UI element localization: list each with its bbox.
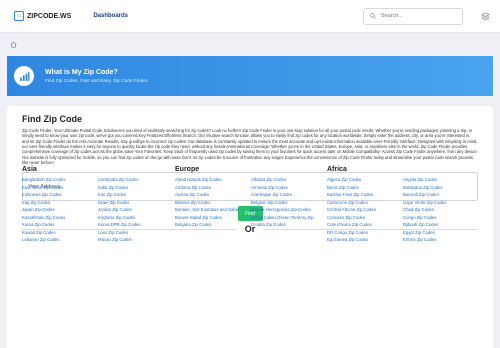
region-europe-col1: Aland Islands Zip Codes Andorra Zip Codes…	[175, 176, 239, 229]
zip-link[interactable]: Jordan Zip Codes	[98, 206, 162, 214]
nav-dashboards[interactable]: Dashboards	[93, 13, 128, 19]
home-icon[interactable]	[10, 41, 17, 48]
zip-link[interactable]: Israel Zip Codes	[98, 199, 162, 207]
zip-link[interactable]: Japan Zip Codes	[22, 206, 86, 214]
zip-link[interactable]: Eritrea Zip Codes	[403, 236, 467, 244]
zip-link[interactable]: Cape Verde Zip Codes	[403, 199, 467, 207]
zip-link[interactable]: Algeria Zip Codes	[327, 176, 391, 184]
zip-link[interactable]: Burkina Faso Zip Codes	[327, 191, 391, 199]
zip-link[interactable]: East Timor Zip Codes	[22, 184, 86, 192]
zip-link[interactable]: Kazakhstan Zip Codes	[22, 214, 86, 222]
zip-link[interactable]: Croatia Zip Codes	[251, 221, 315, 229]
zip-link[interactable]: Comoros Zip Codes	[327, 214, 391, 222]
zip-link[interactable]: Djibouti Zip Codes	[403, 221, 467, 229]
zip-link[interactable]: Eq.Guinea Zip Codes	[327, 236, 391, 244]
zip-link[interactable]: Botswana Zip Codes	[403, 184, 467, 192]
search-icon	[370, 13, 376, 19]
card-title: Find Zip Code	[22, 114, 82, 124]
zip-link[interactable]: Chad Zip Codes	[403, 206, 467, 214]
zip-link[interactable]: Austria Zip Codes	[175, 191, 239, 199]
zip-link[interactable]: Andorra Zip Codes	[175, 184, 239, 192]
hero-banner: What is My Zip Code? Find Zip Codes, Fas…	[7, 56, 493, 96]
zip-link[interactable]: Cameroon Zip Codes	[327, 199, 391, 207]
zip-link[interactable]: Bangladesh Zip Codes	[22, 176, 86, 184]
zip-link[interactable]: Kuwait Zip Codes	[22, 229, 86, 237]
zip-link[interactable]: Azerbaijan Zip Codes	[251, 191, 315, 199]
layers-button[interactable]	[480, 11, 490, 21]
zip-link[interactable]: Albania Zip Codes	[251, 176, 315, 184]
zip-link[interactable]: Bosnia-Herzegovina Zip Codes	[251, 206, 315, 214]
bar-chart-icon	[14, 66, 34, 86]
breadcrumb	[10, 41, 17, 50]
hero-text: What is My Zip Code? Find Zip Codes, Fas…	[45, 69, 149, 84]
layers-icon	[480, 11, 490, 21]
region-asia-col2: Cambodia Zip Codes India Zip Codes Iran Zi…	[98, 176, 162, 244]
zip-link[interactable]: Burundi Zip Codes	[403, 191, 467, 199]
zip-link[interactable]: Bouvet Island Zip Codes	[175, 214, 239, 222]
region-europe-col2: Albania Zip Codes Armenia Zip Codes Azerba…	[251, 176, 315, 229]
search-input[interactable]	[381, 13, 451, 19]
zip-link[interactable]: Indonesia Zip Codes	[22, 191, 86, 199]
zip-link[interactable]: Korea,DPR Zip Codes	[98, 221, 162, 229]
logo-icon: ⌂	[14, 11, 24, 21]
hero-subtitle: Find Zip Codes, Fast and Easy. Zip Code …	[45, 78, 149, 84]
zip-link[interactable]: DR Congo Zip Codes	[327, 229, 391, 237]
zip-link[interactable]: Bonaire, Sint Eustatius and Saba Zip Cod…	[175, 206, 239, 214]
logo-text: ZIPCODE.WS	[27, 12, 72, 20]
zip-link[interactable]: Bulgaria Zip Codes	[175, 221, 239, 229]
zip-link[interactable]: India Zip Codes	[98, 184, 162, 192]
zip-link[interactable]: Belgium Zip Codes	[251, 199, 315, 207]
zip-link[interactable]: Central African Zip Codes	[327, 206, 391, 214]
zip-link[interactable]: Cote d'Ivoire Zip Codes	[327, 221, 391, 229]
region-title-europe: Europe	[175, 166, 200, 173]
zip-link[interactable]: Armenia Zip Codes	[251, 184, 315, 192]
zip-link[interactable]: Egypt Zip Codes	[403, 229, 467, 237]
region-africa-col2: Angola Zip Codes Botswana Zip Codes Burund…	[403, 176, 467, 244]
zip-link[interactable]: Macau Zip Codes	[98, 236, 162, 244]
zip-link[interactable]: Angola Zip Codes	[403, 176, 467, 184]
region-title-africa: Africa	[327, 166, 347, 173]
region-lists: Asia Bangladesh Zip Codes East Timor Zip …	[15, 166, 475, 256]
zip-link[interactable]: Congo Zip Codes	[403, 214, 467, 222]
region-africa-col1: Algeria Zip Codes Benin Zip Codes Burkina …	[327, 176, 391, 244]
region-title-asia: Asia	[22, 166, 37, 173]
zip-link[interactable]: Benin Zip Codes	[327, 184, 391, 192]
zip-link[interactable]: Belarus Zip Codes	[175, 199, 239, 207]
zip-link[interactable]: Cambodia Zip Codes	[98, 176, 162, 184]
logo[interactable]: ⌂ ZIPCODE.WS	[14, 11, 71, 21]
zip-link[interactable]: Lebanon Zip Codes	[22, 236, 86, 244]
zip-link[interactable]: British Indian Ocean Territory Zip Codes	[251, 214, 315, 222]
region-asia-col1: Bangladesh Zip Codes East Timor Zip Codes…	[22, 176, 86, 244]
zip-link[interactable]: Iraq Zip Codes	[22, 199, 86, 207]
zip-link[interactable]: Laos Zip Codes	[98, 229, 162, 237]
zip-link[interactable]: Korea Zip Codes	[22, 221, 86, 229]
intro-text: Zip Code Finder: Your Ultimate Postal Co…	[22, 128, 478, 166]
zip-link[interactable]: Kirghizia Zip Codes	[98, 214, 162, 222]
zip-link[interactable]: Iran Zip Codes	[98, 191, 162, 199]
search-box[interactable]	[363, 7, 463, 25]
zip-link[interactable]: Aland Islands Zip Codes	[175, 176, 239, 184]
top-bar: ⌂ ZIPCODE.WS Dashboards	[0, 0, 500, 33]
hero-title: What is My Zip Code?	[45, 68, 118, 76]
